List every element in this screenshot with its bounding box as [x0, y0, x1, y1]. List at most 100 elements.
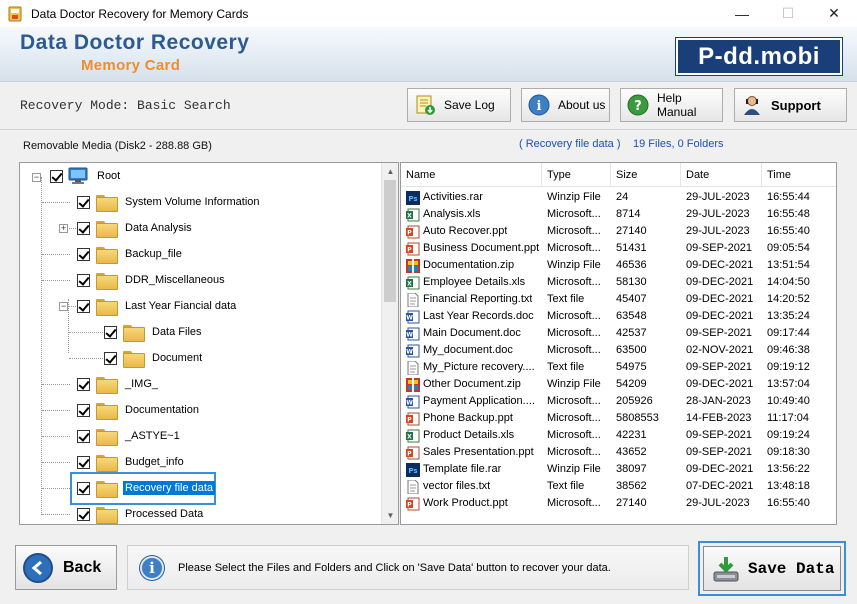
- file-type-cell: Text file: [547, 293, 585, 305]
- tree-item-root[interactable]: Root: [50, 165, 122, 187]
- folder-icon: [96, 506, 118, 524]
- tree-item-document[interactable]: Document: [104, 347, 204, 369]
- file-type-cell: Text file: [547, 480, 585, 492]
- tree-item-last-year-fiancial-data[interactable]: Last Year Fiancial data: [77, 295, 238, 317]
- folder-icon: [96, 376, 118, 394]
- about-us-button[interactable]: i About us: [521, 88, 610, 122]
- back-label: Back: [63, 558, 102, 576]
- folder-checkbox[interactable]: [77, 221, 90, 235]
- file-row[interactable]: W Main Document.doc Microsoft... 42537 09-SE…: [401, 325, 836, 342]
- file-row[interactable]: P Phone Backup.ppt Microsoft... 5808553 14-F…: [401, 410, 836, 427]
- file-row[interactable]: P Work Product.ppt Microsoft... 27140 29-JUL…: [401, 495, 836, 512]
- file-row[interactable]: vector files.txt Text file 38562 07-DEC-202…: [401, 478, 836, 495]
- folder-checkbox[interactable]: [104, 325, 117, 339]
- file-date-cell: 09-SEP-2021: [686, 429, 753, 441]
- file-type-cell: Microsoft...: [547, 276, 601, 288]
- tree-item-img[interactable]: _IMG_: [77, 373, 160, 395]
- file-date-cell: 09-DEC-2021: [686, 276, 754, 288]
- folder-checkbox[interactable]: [77, 273, 90, 287]
- save-data-button[interactable]: Save Data: [703, 546, 841, 591]
- svg-text:Ps: Ps: [408, 195, 417, 203]
- root-collapse-toggle[interactable]: −: [32, 173, 41, 182]
- tree-item-data-analysis[interactable]: Data Analysis: [77, 217, 194, 239]
- folder-icon: [96, 428, 118, 446]
- save-download-icon: [712, 555, 740, 583]
- folder-checkbox[interactable]: [77, 507, 90, 521]
- column-header-type[interactable]: Type: [542, 163, 611, 187]
- folder-checkbox[interactable]: [77, 195, 90, 209]
- ppt-file-icon: P: [406, 242, 420, 256]
- folder-tree[interactable]: − Root System Volume Information + Data …: [19, 162, 399, 525]
- column-header-name[interactable]: Name: [401, 163, 542, 187]
- file-row[interactable]: W My_document.doc Microsoft... 63500 02-NOV-…: [401, 342, 836, 359]
- file-row[interactable]: My_Picture recovery.... Text file 54975 09-…: [401, 359, 836, 376]
- file-row[interactable]: Other Document.zip Winzip File 54209 09-DEC…: [401, 376, 836, 393]
- tree-item-backup-file[interactable]: Backup_file: [77, 243, 184, 265]
- folder-checkbox[interactable]: [104, 351, 117, 365]
- file-type-cell: Microsoft...: [547, 497, 601, 509]
- support-button[interactable]: Support: [734, 88, 847, 122]
- tree-item-label: Data Analysis: [125, 222, 192, 234]
- save-log-button[interactable]: Save Log: [407, 88, 511, 122]
- folder-checkbox[interactable]: [77, 481, 90, 495]
- folder-checkbox[interactable]: [77, 299, 90, 313]
- ppt-file-icon: P: [406, 225, 420, 239]
- file-row[interactable]: Documentation.zip Winzip File 46536 09-DEC-…: [401, 257, 836, 274]
- tree-item-system-volume-information[interactable]: System Volume Information: [77, 191, 262, 213]
- file-row[interactable]: X Employee Details.xls Microsoft... 58130 09…: [401, 274, 836, 291]
- file-time-cell: 13:35:24: [767, 310, 810, 322]
- column-header-size[interactable]: Size: [611, 163, 681, 187]
- file-size-cell: 45407: [616, 293, 647, 305]
- file-size-cell: 38562: [616, 480, 647, 492]
- info-icon: i: [528, 94, 550, 116]
- root-checkbox[interactable]: [50, 169, 63, 183]
- folder-icon: [96, 402, 118, 420]
- file-date-cell: 14-FEB-2023: [686, 412, 752, 424]
- file-size-cell: 5808553: [616, 412, 659, 424]
- file-row[interactable]: P Auto Recover.ppt Microsoft... 27140 29-JUL…: [401, 223, 836, 240]
- file-date-cell: 29-JUL-2023: [686, 225, 750, 237]
- file-row[interactable]: W Last Year Records.doc Microsoft... 63548 0…: [401, 308, 836, 325]
- help-manual-button[interactable]: ? Help Manual: [620, 88, 723, 122]
- file-type-cell: Microsoft...: [547, 242, 601, 254]
- file-row[interactable]: X Product Details.xls Microsoft... 42231 09-…: [401, 427, 836, 444]
- tree-item-astye[interactable]: _ASTYE~1: [77, 425, 182, 447]
- folder-checkbox[interactable]: [77, 403, 90, 417]
- back-button[interactable]: Back: [15, 545, 117, 590]
- file-row[interactable]: W Payment Application.... Microsoft... 2059…: [401, 393, 836, 410]
- instruction-text: Please Select the Files and Folders and …: [178, 561, 611, 574]
- maximize-button[interactable]: ☐: [765, 0, 811, 27]
- data-analysis-expand-toggle[interactable]: +: [59, 224, 68, 233]
- file-row[interactable]: Financial Reporting.txt Text file 45407 09-…: [401, 291, 836, 308]
- file-time-cell: 13:51:54: [767, 259, 810, 271]
- folder-checkbox[interactable]: [77, 377, 90, 391]
- last-year-collapse-toggle[interactable]: −: [59, 302, 68, 311]
- file-row[interactable]: Ps Activities.rar Winzip File 24 29-JUL-2023…: [401, 189, 836, 206]
- folder-icon: [123, 350, 145, 368]
- file-date-cell: 28-JAN-2023: [686, 395, 751, 407]
- tree-item-ddr-miscellaneous[interactable]: DDR_Miscellaneous: [77, 269, 227, 291]
- file-row[interactable]: P Sales Presentation.ppt Microsoft... 43652…: [401, 444, 836, 461]
- file-row[interactable]: X Analysis.xls Microsoft... 8714 29-JUL-2023…: [401, 206, 836, 223]
- help-icon: ?: [627, 94, 649, 116]
- file-time-cell: 11:17:04: [767, 412, 810, 424]
- tree-item-processed-data[interactable]: Processed Data: [77, 503, 205, 524]
- minimize-button[interactable]: —: [719, 0, 765, 27]
- file-list[interactable]: Name Type Size Date Time Ps Activities.ra…: [400, 162, 837, 525]
- close-button[interactable]: ✕: [811, 0, 857, 27]
- folder-checkbox[interactable]: [77, 429, 90, 443]
- bottom-bar: Back i Please Select the Files and Folde…: [0, 530, 857, 604]
- tree-item-data-files[interactable]: Data Files: [104, 321, 204, 343]
- tree-item-documentation[interactable]: Documentation: [77, 399, 201, 421]
- title-bar: Data Doctor Recovery for Memory Cards — …: [0, 0, 857, 27]
- column-header-date[interactable]: Date: [681, 163, 762, 187]
- column-header-time[interactable]: Time: [762, 163, 836, 187]
- file-row[interactable]: Ps Template file.rar Winzip File 38097 09-DE…: [401, 461, 836, 478]
- file-size-cell: 46536: [616, 259, 647, 271]
- folder-checkbox[interactable]: [77, 455, 90, 469]
- open-folder-icon: [96, 480, 118, 498]
- tree-item-recovery-file-data[interactable]: Recovery file data: [77, 477, 216, 499]
- tree-item-budget-info[interactable]: Budget_info: [77, 451, 186, 473]
- folder-checkbox[interactable]: [77, 247, 90, 261]
- file-row[interactable]: P Business Document.ppt Microsoft... 51431 0…: [401, 240, 836, 257]
